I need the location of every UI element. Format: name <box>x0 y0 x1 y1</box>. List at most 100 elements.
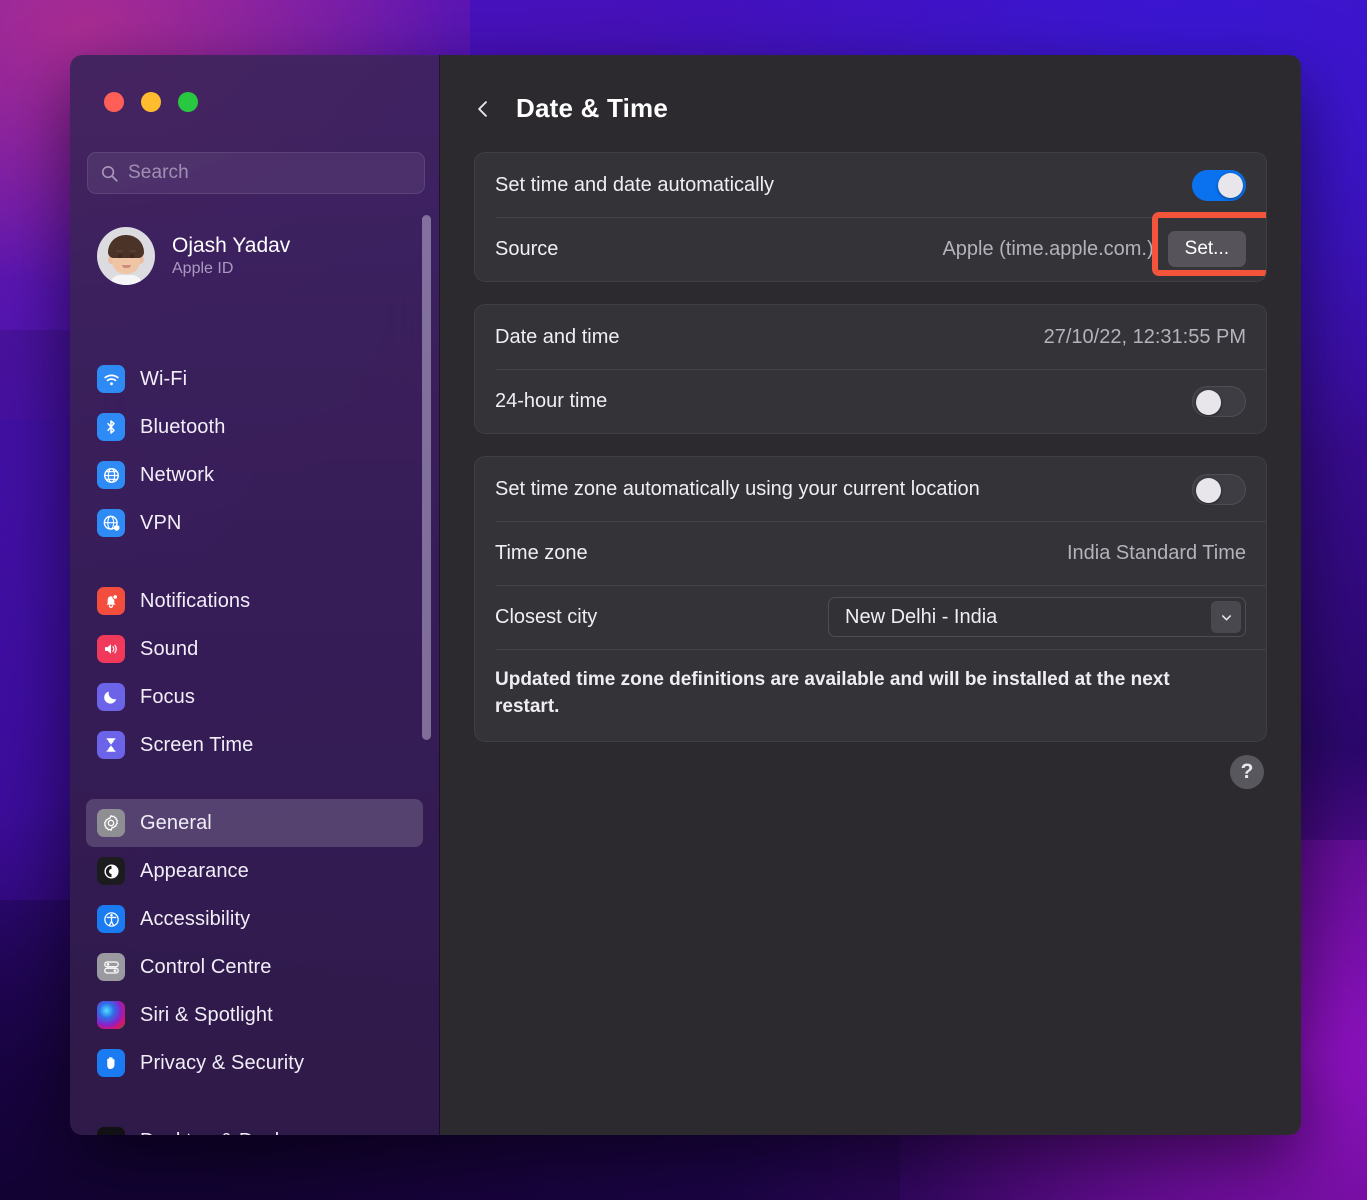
sidebar-group-system: Notifications Sound Focus Screen Time <box>70 577 439 769</box>
sidebar-item-label: Appearance <box>140 859 249 882</box>
sidebar-scrollbar[interactable] <box>422 215 431 740</box>
sidebar-item-label: Wi-Fi <box>140 367 188 390</box>
sidebar-nav: Wi-Fi Bluetooth Network VPN Notification… <box>70 355 439 1135</box>
sidebar-item-screen-time[interactable]: Screen Time <box>86 721 423 769</box>
sidebar-item-label: Sound <box>140 637 199 660</box>
chevron-down-icon[interactable] <box>1211 601 1241 633</box>
sidebar-item-privacy-security[interactable]: Privacy & Security <box>86 1039 423 1087</box>
row-date-and-time: Date and time 27/10/22, 12:31:55 PM <box>475 305 1266 369</box>
globe-icon <box>97 461 125 489</box>
bell-icon <box>97 587 125 615</box>
sidebar-divider-3 <box>70 1087 439 1117</box>
siri-icon <box>97 1001 125 1029</box>
sidebar-item-sound[interactable]: Sound <box>86 625 423 673</box>
sidebar-item-label: Siri & Spotlight <box>140 1003 273 1026</box>
sliders-icon <box>97 953 125 981</box>
sidebar-item-general[interactable]: General <box>86 799 423 847</box>
search-icon <box>101 165 118 182</box>
sidebar-group-network: Wi-Fi Bluetooth Network VPN <box>70 355 439 547</box>
sidebar-item-label: Privacy & Security <box>140 1051 305 1074</box>
sidebar-item-control-centre[interactable]: Control Centre <box>86 943 423 991</box>
card-time-zone: Set time zone automatically using your c… <box>474 456 1267 742</box>
sidebar-item-label: Accessibility <box>140 907 251 930</box>
sidebar-item-appearance[interactable]: Appearance <box>86 847 423 895</box>
hourglass-icon <box>97 731 125 759</box>
row-auto-timezone: Set time zone automatically using your c… <box>475 457 1266 521</box>
sidebar-item-notifications[interactable]: Notifications <box>86 577 423 625</box>
sidebar-item-label: Bluetooth <box>140 415 226 438</box>
closest-city-label: Closest city <box>495 605 598 628</box>
account-row[interactable]: Ojash Yadav Apple ID <box>86 218 426 294</box>
sidebar-divider-2 <box>70 769 439 799</box>
sidebar-item-bluetooth[interactable]: Bluetooth <box>86 403 423 451</box>
source-value: Apple (time.apple.com.) <box>942 237 1154 260</box>
content-header: Date & Time <box>440 55 1301 124</box>
row-source: Source Apple (time.apple.com.) Set... <box>475 212 1266 281</box>
date-time-label: Date and time <box>495 325 620 348</box>
sidebar-item-label: Desktop & Dock <box>140 1130 285 1136</box>
gear-icon <box>97 809 125 837</box>
window-controls <box>104 92 198 112</box>
avatar <box>97 227 155 285</box>
maximize-button[interactable] <box>178 92 198 112</box>
sidebar-item-label: Screen Time <box>140 733 254 756</box>
sidebar-group-general: General Appearance Accessibility Control… <box>70 799 439 1087</box>
hour24-toggle[interactable] <box>1192 385 1246 417</box>
card-auto-time: Set time and date automatically Source A… <box>474 152 1267 282</box>
wifi-icon <box>97 365 125 393</box>
sidebar-item-accessibility[interactable]: Accessibility <box>86 895 423 943</box>
sidebar-item-label: VPN <box>140 511 182 534</box>
vpn-globe-icon <box>97 509 125 537</box>
desktop-dock-icon <box>97 1127 125 1135</box>
account-name: Ojash Yadav <box>172 234 291 257</box>
timezone-label: Time zone <box>495 541 588 564</box>
set-button-wrapper: Set... <box>1151 212 1266 276</box>
closest-city-select[interactable]: New Delhi - India <box>828 597 1246 637</box>
sidebar-item-siri-spotlight[interactable]: Siri & Spotlight <box>86 991 423 1039</box>
sidebar-item-focus[interactable]: Focus <box>86 673 423 721</box>
help-button[interactable]: ? <box>1230 755 1264 789</box>
moon-icon <box>97 683 125 711</box>
sidebar-divider-1 <box>70 547 439 577</box>
sidebar-item-network[interactable]: Network <box>86 451 423 499</box>
sidebar-item-label: Notifications <box>140 589 251 612</box>
account-subtitle: Apple ID <box>172 260 234 277</box>
bluetooth-icon <box>97 413 125 441</box>
row-24-hour: 24-hour time <box>475 369 1266 433</box>
sidebar-item-label: Network <box>140 463 215 486</box>
close-button[interactable] <box>104 92 124 112</box>
sidebar-group-desktop: Desktop & Dock <box>70 1117 439 1135</box>
sidebar-item-label: Control Centre <box>140 955 272 978</box>
set-button[interactable]: Set... <box>1167 231 1246 267</box>
date-time-value[interactable]: 27/10/22, 12:31:55 PM <box>1044 326 1246 349</box>
closest-city-value: New Delhi - India <box>845 605 998 628</box>
auto-timezone-toggle[interactable] <box>1192 473 1246 505</box>
sidebar-item-wifi[interactable]: Wi-Fi <box>86 355 423 403</box>
timezone-value: India Standard Time <box>1067 541 1246 564</box>
row-set-auto: Set time and date automatically <box>475 153 1266 217</box>
hand-icon <box>97 1049 125 1077</box>
search-input[interactable]: Search <box>87 152 425 194</box>
chevron-left-icon[interactable] <box>472 94 494 124</box>
page-title: Date & Time <box>516 93 668 123</box>
sidebar: Search Ojash Yadav Apple ID Wi-Fi Blueto… <box>70 55 440 1135</box>
sidebar-item-label: Focus <box>140 685 195 708</box>
contrast-icon <box>97 857 125 885</box>
sidebar-item-vpn[interactable]: VPN <box>86 499 423 547</box>
search-placeholder: Search <box>128 162 189 183</box>
row-note: Updated time zone definitions are availa… <box>475 649 1266 741</box>
source-label: Source <box>495 237 559 260</box>
sidebar-item-desktop-dock[interactable]: Desktop & Dock <box>86 1117 423 1135</box>
card-date-time: Date and time 27/10/22, 12:31:55 PM 24-h… <box>474 304 1267 434</box>
row-timezone: Time zone India Standard Time <box>475 521 1266 585</box>
sidebar-item-label: General <box>140 811 212 834</box>
settings-cards: Set time and date automatically Source A… <box>440 124 1301 742</box>
accessibility-icon <box>97 905 125 933</box>
system-settings-window: Search Ojash Yadav Apple ID Wi-Fi Blueto… <box>70 55 1301 1135</box>
content-pane: Date & Time Set time and date automatica… <box>440 55 1301 1135</box>
speaker-icon <box>97 635 125 663</box>
auto-time-toggle[interactable] <box>1192 169 1246 201</box>
minimize-button[interactable] <box>141 92 161 112</box>
row-closest-city: Closest city New Delhi - India <box>475 585 1266 649</box>
auto-time-label: Set time and date automatically <box>495 173 775 196</box>
